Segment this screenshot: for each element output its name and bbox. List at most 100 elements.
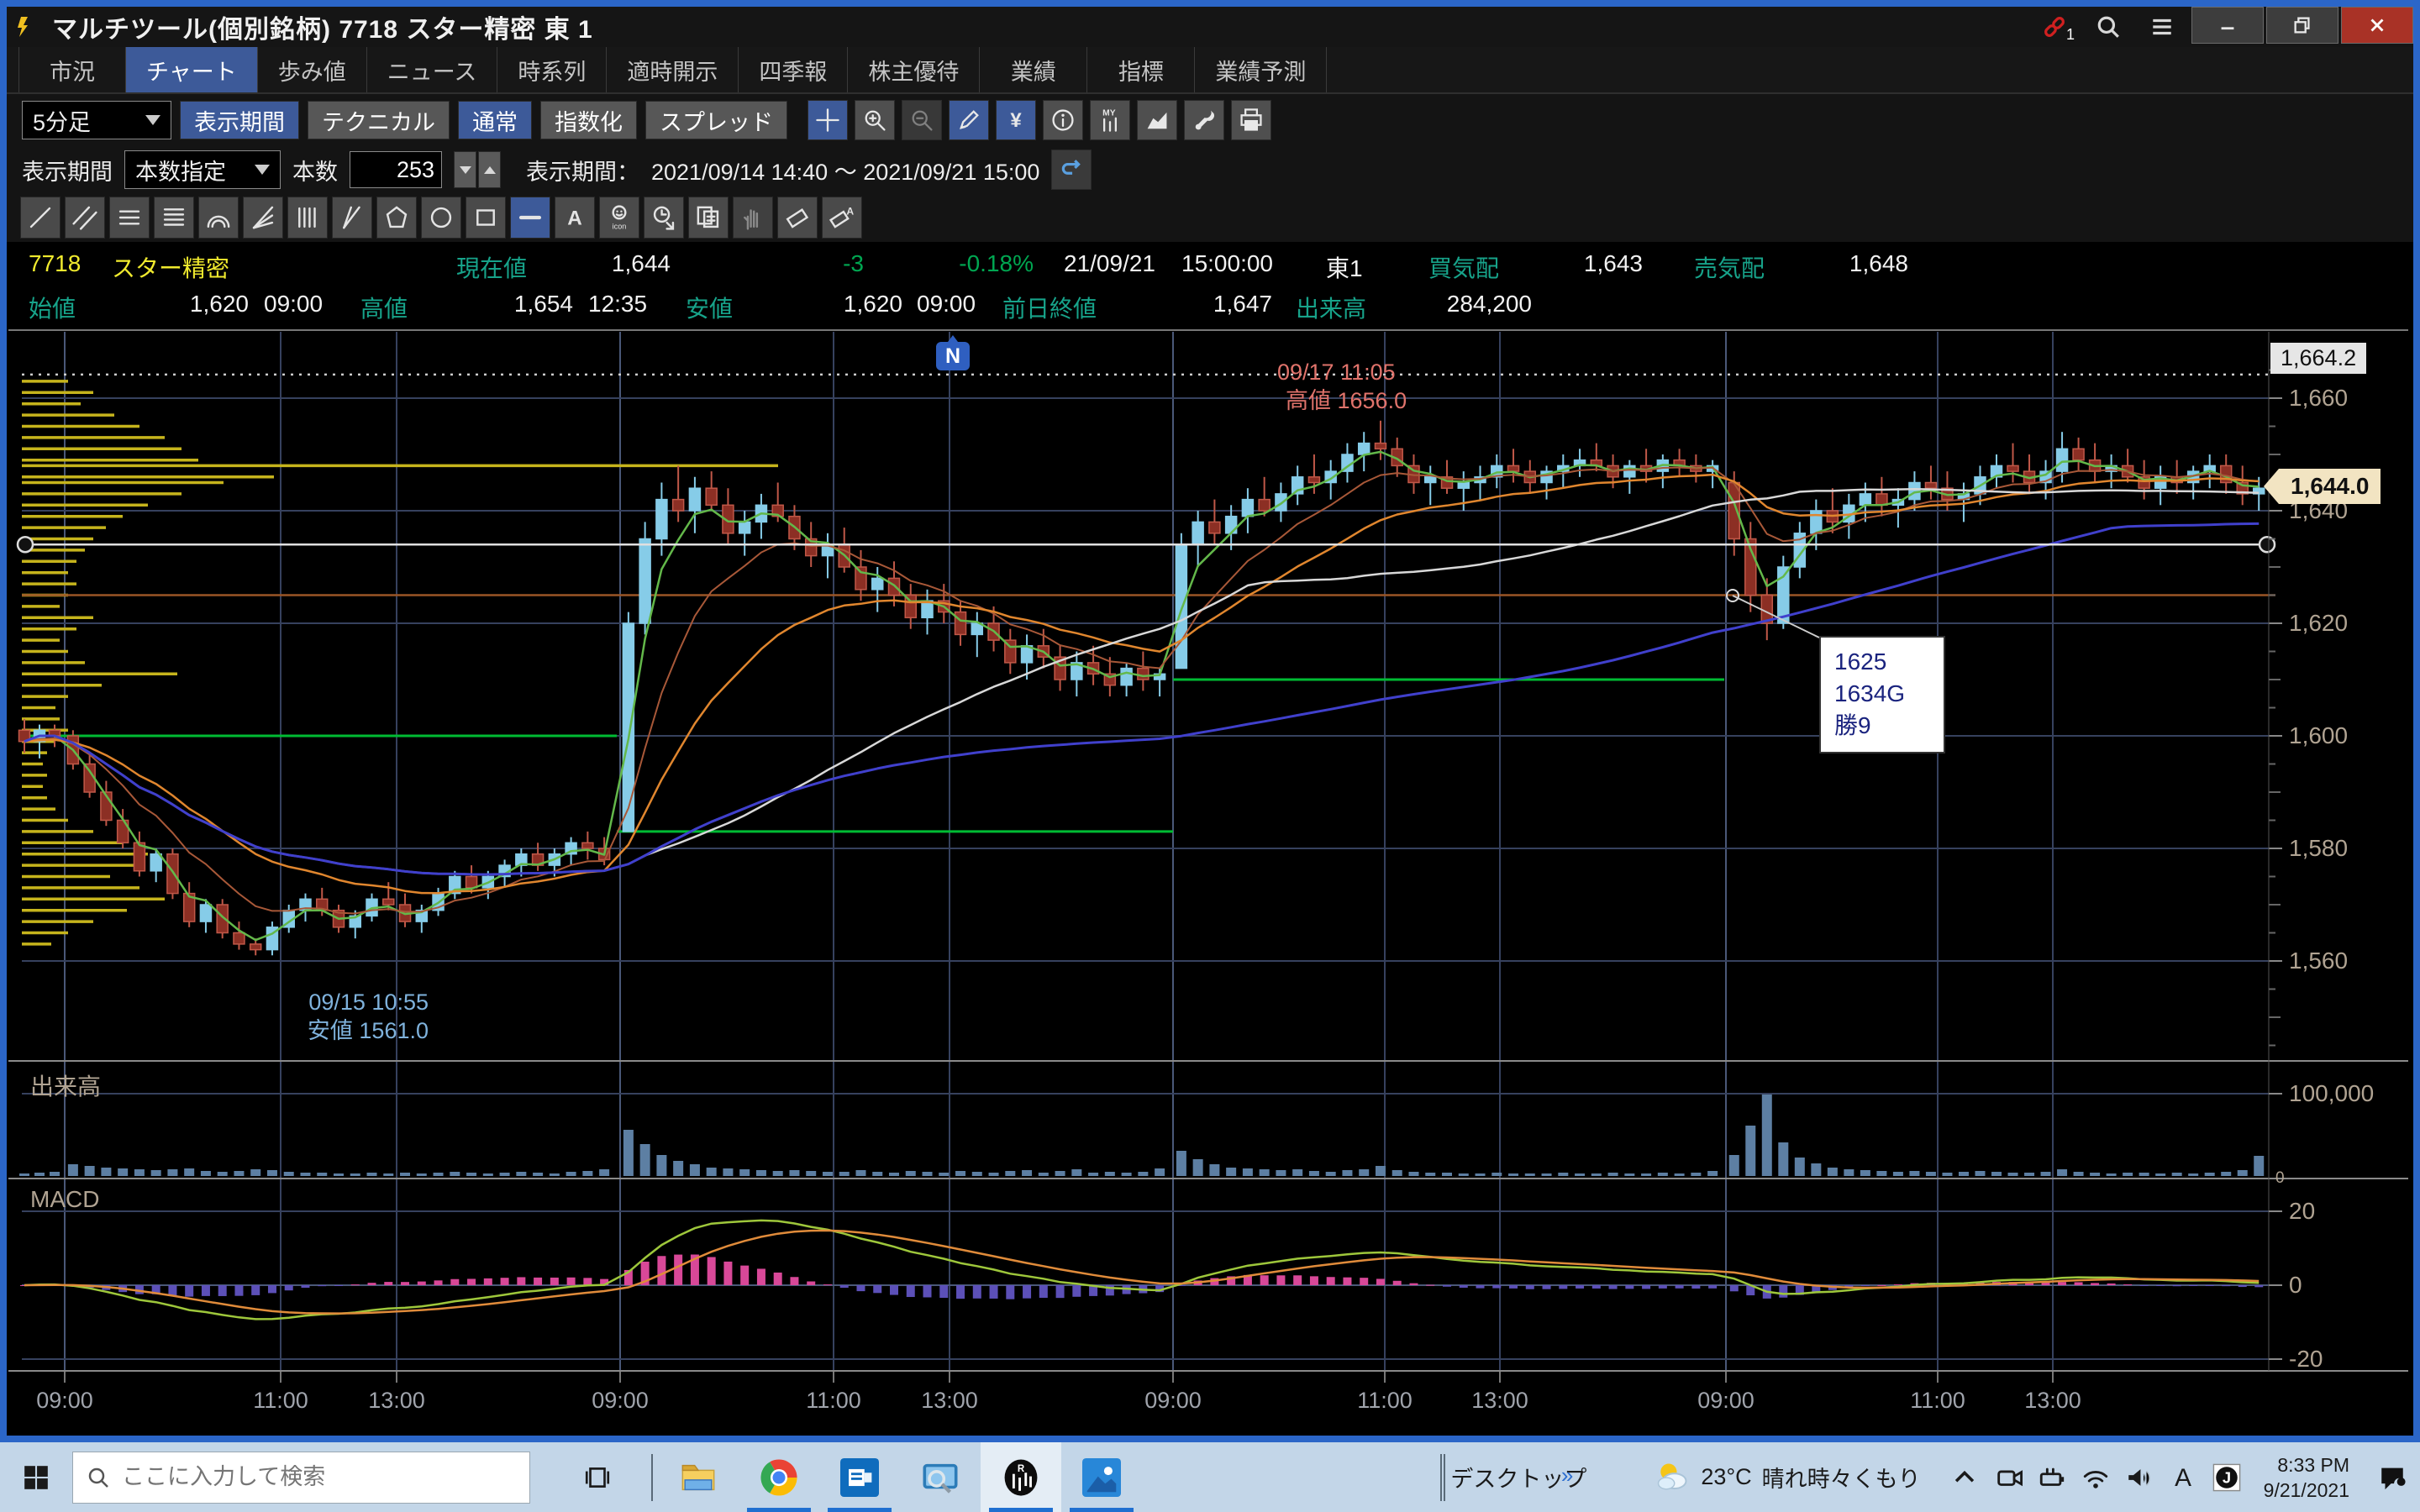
search-input[interactable]	[122, 1464, 483, 1490]
wrench-icon[interactable]	[1184, 100, 1224, 140]
my-chart-icon[interactable]: MY	[1090, 100, 1130, 140]
chrome-taskbar-icon[interactable]	[739, 1442, 819, 1512]
draw-fibo-retracement-icon[interactable]	[109, 197, 150, 239]
timeframe-dropdown[interactable]: 5分足	[22, 101, 171, 139]
toolbar-button-3[interactable]: 指数化	[540, 101, 637, 139]
draw-copy-objects-icon[interactable]	[688, 197, 729, 239]
ime-a-tray-icon[interactable]: A	[2161, 1442, 2205, 1512]
chevron-down-icon	[145, 115, 160, 125]
draw-fibo-arcs-icon[interactable]	[198, 197, 239, 239]
desktop-toolbar[interactable]: デスクトップ	[1450, 1461, 1632, 1494]
task-view-button[interactable]	[564, 1442, 631, 1512]
tab-1[interactable]: チャート	[126, 47, 258, 92]
tab-bar: 市況チャート歩み値ニュース時系列適時開示四季報株主優待業績指標業績予測	[7, 47, 2413, 94]
count-decrement-button[interactable]	[454, 151, 476, 188]
tab-2[interactable]: 歩み値	[258, 47, 367, 92]
taskbar-clock[interactable]: 8:33 PM 9/21/2021	[2249, 1452, 2365, 1503]
period-mode-dropdown[interactable]: 本数指定	[124, 150, 281, 189]
quote-time: 15:00:00	[1181, 250, 1273, 277]
link-windows-icon[interactable]: 1	[2028, 7, 2081, 47]
clock-time: 8:33 PM	[2264, 1452, 2349, 1478]
svg-text:A: A	[2175, 1463, 2191, 1491]
camera-tray-icon[interactable]	[1986, 1442, 2030, 1512]
zoom-in-icon[interactable]	[855, 100, 895, 140]
chart-area[interactable]	[7, 329, 2413, 1440]
trading-app-taskbar-icon[interactable]: R	[981, 1442, 1061, 1512]
draw-gann-lines-icon[interactable]	[154, 197, 194, 239]
draw-horizontal-line-icon[interactable]	[510, 197, 550, 239]
draw-clock-stamp-icon[interactable]	[644, 197, 684, 239]
weather-widget[interactable]: 23°C 晴れ時々くもり	[1632, 1459, 1942, 1496]
battery-tray-icon[interactable]	[2030, 1442, 2074, 1512]
toolbar-button-4[interactable]: スプレッド	[645, 101, 787, 139]
minimize-button[interactable]	[2191, 7, 2264, 44]
crosshair-icon[interactable]	[808, 100, 848, 140]
close-button[interactable]	[2341, 7, 2413, 44]
search-icon	[87, 1466, 110, 1489]
draw-text-icon[interactable]: A	[555, 197, 595, 239]
info-icon[interactable]	[1043, 100, 1083, 140]
tab-9[interactable]: 指標	[1087, 47, 1195, 92]
speaker-tray-icon[interactable]	[2118, 1442, 2161, 1512]
draw-icon-stamp-icon[interactable]: icon	[599, 197, 639, 239]
file-explorer-taskbar-icon[interactable]	[658, 1442, 739, 1512]
yen-icon[interactable]: ¥	[996, 100, 1036, 140]
area-chart-icon[interactable]	[1137, 100, 1177, 140]
window-border-top	[0, 0, 2420, 7]
taskbar-search[interactable]	[72, 1452, 530, 1504]
toolbar-button-1[interactable]: テクニカル	[308, 101, 450, 139]
draw-fibo-time-zones-icon[interactable]	[287, 197, 328, 239]
zoom-out-icon[interactable]	[902, 100, 942, 140]
mail-tile-taskbar-icon[interactable]	[819, 1442, 900, 1512]
current-price: 1,644	[544, 250, 671, 277]
window-title: マルチツール(個別銘柄) 7718 スター精密 東 1	[52, 8, 593, 45]
draw-rectangle-icon[interactable]	[466, 197, 506, 239]
toolbar-button-0[interactable]: 表示期間	[180, 101, 299, 139]
wifi-tray-icon[interactable]	[2074, 1442, 2118, 1512]
bar-count-input[interactable]	[350, 151, 442, 188]
svg-text:¥: ¥	[1010, 109, 1022, 132]
draw-eraser-icon[interactable]	[777, 197, 818, 239]
chart-toolbar: 5分足 表示期間テクニカル通常指数化スプレッド ¥ MY	[7, 94, 2413, 146]
hidden-icons-chevron[interactable]	[1943, 1442, 1986, 1512]
high-price: 1,654	[457, 291, 573, 318]
link-group-number: 1	[2066, 26, 2075, 44]
price-change-pct: -0.18%	[914, 250, 1034, 277]
draw-trend-line-icon[interactable]	[20, 197, 60, 239]
pencil-icon[interactable]	[949, 100, 989, 140]
reset-period-button[interactable]	[1051, 150, 1092, 190]
tab-10[interactable]: 業績予測	[1195, 47, 1327, 92]
ime-j-tray-icon[interactable]: J	[2205, 1442, 2249, 1512]
draw-fibo-fan-icon[interactable]	[243, 197, 283, 239]
start-button[interactable]	[0, 1442, 72, 1512]
period-label: 表示期間	[22, 154, 113, 186]
tab-7[interactable]: 株主優待	[848, 47, 980, 92]
draw-polygon-icon[interactable]	[376, 197, 417, 239]
draw-angle-line-icon[interactable]	[332, 197, 372, 239]
tab-6[interactable]: 四季報	[739, 47, 848, 92]
bid-label: 買気配	[1428, 250, 1499, 284]
period-mode-value: 本数指定	[135, 154, 226, 186]
low-label: 安値	[686, 291, 733, 324]
photos-taskbar-icon[interactable]	[1061, 1442, 1142, 1512]
toolbar-button-2[interactable]: 通常	[458, 101, 532, 139]
current-price-label: 現在値	[456, 250, 527, 284]
menu-icon[interactable]	[2135, 7, 2189, 47]
screen-sketch-taskbar-icon[interactable]	[900, 1442, 981, 1512]
open-price: 1,620	[133, 291, 249, 318]
tab-8[interactable]: 業績	[980, 47, 1087, 92]
tab-3[interactable]: ニュース	[367, 47, 498, 92]
action-center-icon[interactable]	[2365, 1442, 2420, 1512]
tab-4[interactable]: 時系列	[497, 47, 607, 92]
count-increment-button[interactable]	[478, 151, 501, 188]
search-icon[interactable]	[2081, 7, 2135, 47]
weather-temp: 23°C	[1701, 1464, 1751, 1490]
printer-icon[interactable]	[1231, 100, 1271, 140]
draw-drag-mode-icon[interactable]	[733, 197, 773, 239]
draw-eraser-all-icon[interactable]: A	[822, 197, 862, 239]
draw-parallel-channel-icon[interactable]	[65, 197, 105, 239]
draw-ellipse-icon[interactable]	[421, 197, 461, 239]
tab-5[interactable]: 適時開示	[607, 47, 739, 92]
restore-button[interactable]	[2266, 7, 2338, 44]
tab-0[interactable]: 市況	[18, 47, 126, 92]
